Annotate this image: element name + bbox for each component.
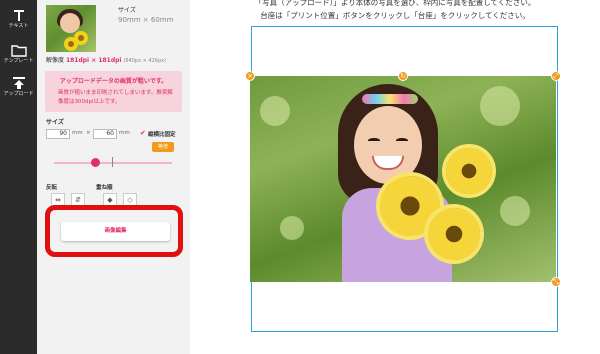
tool-template-label: テンプレート bbox=[3, 58, 34, 64]
resolution-pixels: (640px × 426px) bbox=[123, 58, 167, 64]
delete-handle-icon[interactable]: × bbox=[245, 71, 255, 81]
placed-photo[interactable] bbox=[250, 76, 556, 282]
tool-upload[interactable]: アップロード bbox=[0, 76, 37, 97]
tool-text-label: テキスト bbox=[8, 23, 29, 29]
lock-ratio-checkbox[interactable]: ✔ bbox=[140, 130, 147, 137]
height-unit: mm bbox=[119, 130, 130, 136]
size-value: 90mm × 60mm bbox=[118, 16, 174, 24]
zoom-slider-knob[interactable] bbox=[90, 158, 100, 167]
resolution-label: 解像度 bbox=[46, 57, 65, 64]
layer-order-title: 重ね順 bbox=[96, 185, 113, 191]
folder-icon bbox=[10, 45, 27, 57]
times-sign: × bbox=[86, 130, 91, 136]
flip-title: 反転 bbox=[46, 185, 58, 191]
warning-body: 画質が粗いまま印刷されてしまいます。推奨解像度は300dpi以上です。 bbox=[58, 90, 173, 105]
resolution-value: 181dpi × 181dpi bbox=[65, 57, 122, 64]
text-icon bbox=[13, 10, 24, 21]
rotate-handle-icon[interactable]: ↻ bbox=[398, 71, 408, 81]
height-input[interactable]: 60 bbox=[93, 129, 117, 139]
upload-icon bbox=[12, 77, 25, 89]
zoom-slider-track[interactable] bbox=[54, 162, 172, 164]
lock-ratio-label: 縦横比固定 bbox=[148, 132, 176, 138]
size-section-title: サイズ bbox=[46, 119, 64, 126]
left-toolbar: テキスト テンプレート アップロード bbox=[0, 0, 37, 354]
size-label: サイズ bbox=[118, 7, 136, 14]
width-input[interactable]: 90 bbox=[46, 129, 70, 139]
resize-handle-top-right-icon[interactable]: ⤢ bbox=[551, 71, 561, 81]
width-unit: mm bbox=[72, 130, 83, 136]
instruction-line-1: 「写真（アップロード）」より本体の写真を選び、枠内に写真を配置してください。 bbox=[254, 0, 536, 7]
same-size-button[interactable]: 等倍 bbox=[152, 142, 174, 152]
resize-handle-bottom-right-icon[interactable]: ⤡ bbox=[551, 277, 561, 287]
zoom-slider-default-tick bbox=[112, 157, 113, 167]
resolution-row: 解像度 181dpi × 181dpi (640px × 426px) bbox=[46, 55, 166, 64]
image-edit-button[interactable]: 画像編集 bbox=[61, 222, 170, 241]
instruction-line-2: 台座は「プリント位置」ボタンをクリックし「台座」をクリックしてください。 bbox=[260, 11, 530, 20]
tool-upload-label: アップロード bbox=[3, 91, 34, 97]
image-settings-panel: サイズ 90mm × 60mm 解像度 181dpi × 181dpi (640… bbox=[37, 0, 190, 354]
image-thumbnail bbox=[46, 5, 96, 52]
warning-title: アップロードデータの画質が粗いです。 bbox=[59, 78, 168, 85]
tool-text[interactable]: テキスト bbox=[0, 8, 37, 29]
tool-template[interactable]: テンプレート bbox=[0, 44, 37, 64]
low-quality-warning: アップロードデータの画質が粗いです。 画質が粗いまま印刷されてしまいます。推奨解… bbox=[45, 71, 182, 112]
